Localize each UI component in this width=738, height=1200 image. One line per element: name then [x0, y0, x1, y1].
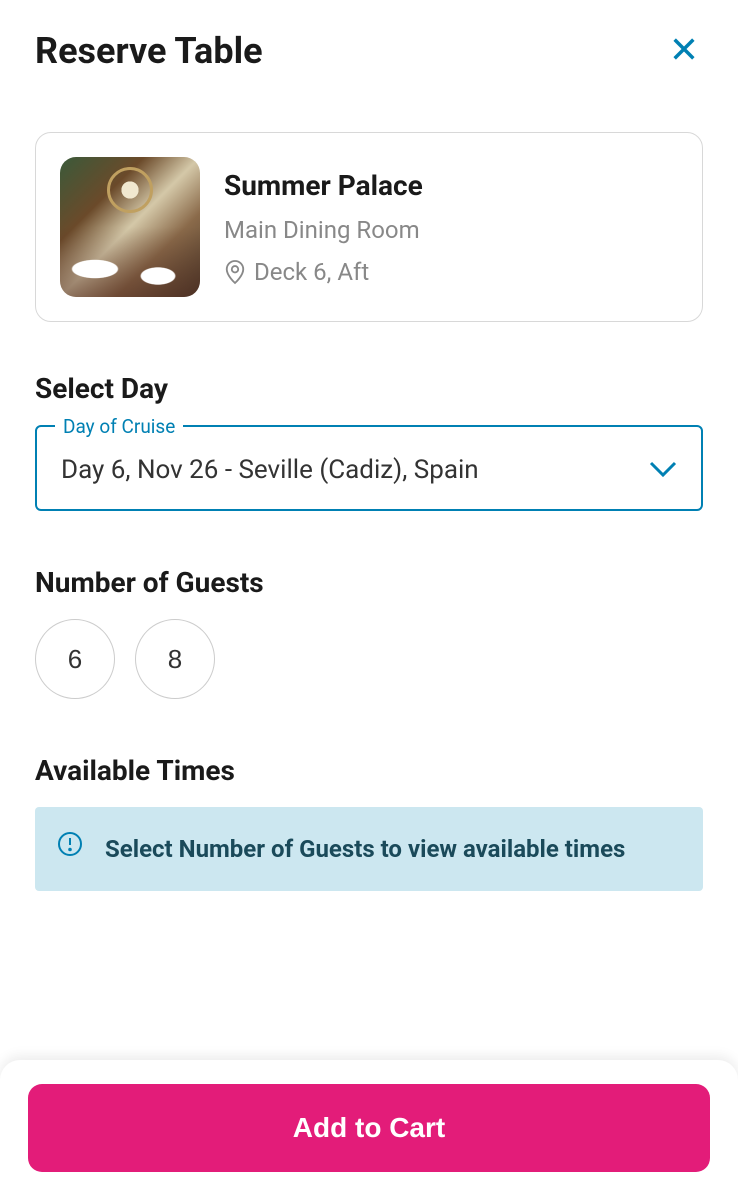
day-floating-label: Day of Cruise	[55, 415, 183, 438]
close-icon	[670, 35, 698, 63]
venue-info: Summer Palace Main Dining Room Deck 6, A…	[224, 157, 423, 297]
guest-option-6[interactable]: 6	[35, 619, 115, 699]
available-times-label: Available Times	[35, 754, 703, 787]
info-text: Select Number of Guests to view availabl…	[105, 831, 679, 867]
guests-label: Number of Guests	[35, 566, 703, 599]
info-banner: Select Number of Guests to view availabl…	[35, 807, 703, 891]
guest-options: 6 8	[35, 619, 703, 699]
info-icon	[57, 831, 83, 857]
content-area: Summer Palace Main Dining Room Deck 6, A…	[0, 132, 738, 891]
venue-location-text: Deck 6, Aft	[254, 258, 369, 286]
venue-location: Deck 6, Aft	[224, 258, 423, 286]
add-to-cart-button[interactable]: Add to Cart	[28, 1084, 710, 1172]
venue-card: Summer Palace Main Dining Room Deck 6, A…	[35, 132, 703, 322]
day-select-value: Day 6, Nov 26 - Seville (Cadiz), Spain	[61, 455, 479, 485]
page-title: Reserve Table	[35, 30, 263, 72]
location-pin-icon	[224, 259, 246, 285]
chevron-down-icon	[649, 461, 677, 479]
page-header: Reserve Table	[0, 0, 738, 92]
venue-subtitle: Main Dining Room	[224, 216, 423, 244]
venue-image	[60, 157, 200, 297]
close-button[interactable]	[665, 30, 703, 72]
venue-name: Summer Palace	[224, 169, 423, 202]
select-day-label: Select Day	[35, 372, 703, 405]
guest-option-8[interactable]: 8	[135, 619, 215, 699]
day-select-wrapper: Day of Cruise Day 6, Nov 26 - Seville (C…	[35, 425, 703, 511]
footer-bar: Add to Cart	[0, 1060, 738, 1200]
